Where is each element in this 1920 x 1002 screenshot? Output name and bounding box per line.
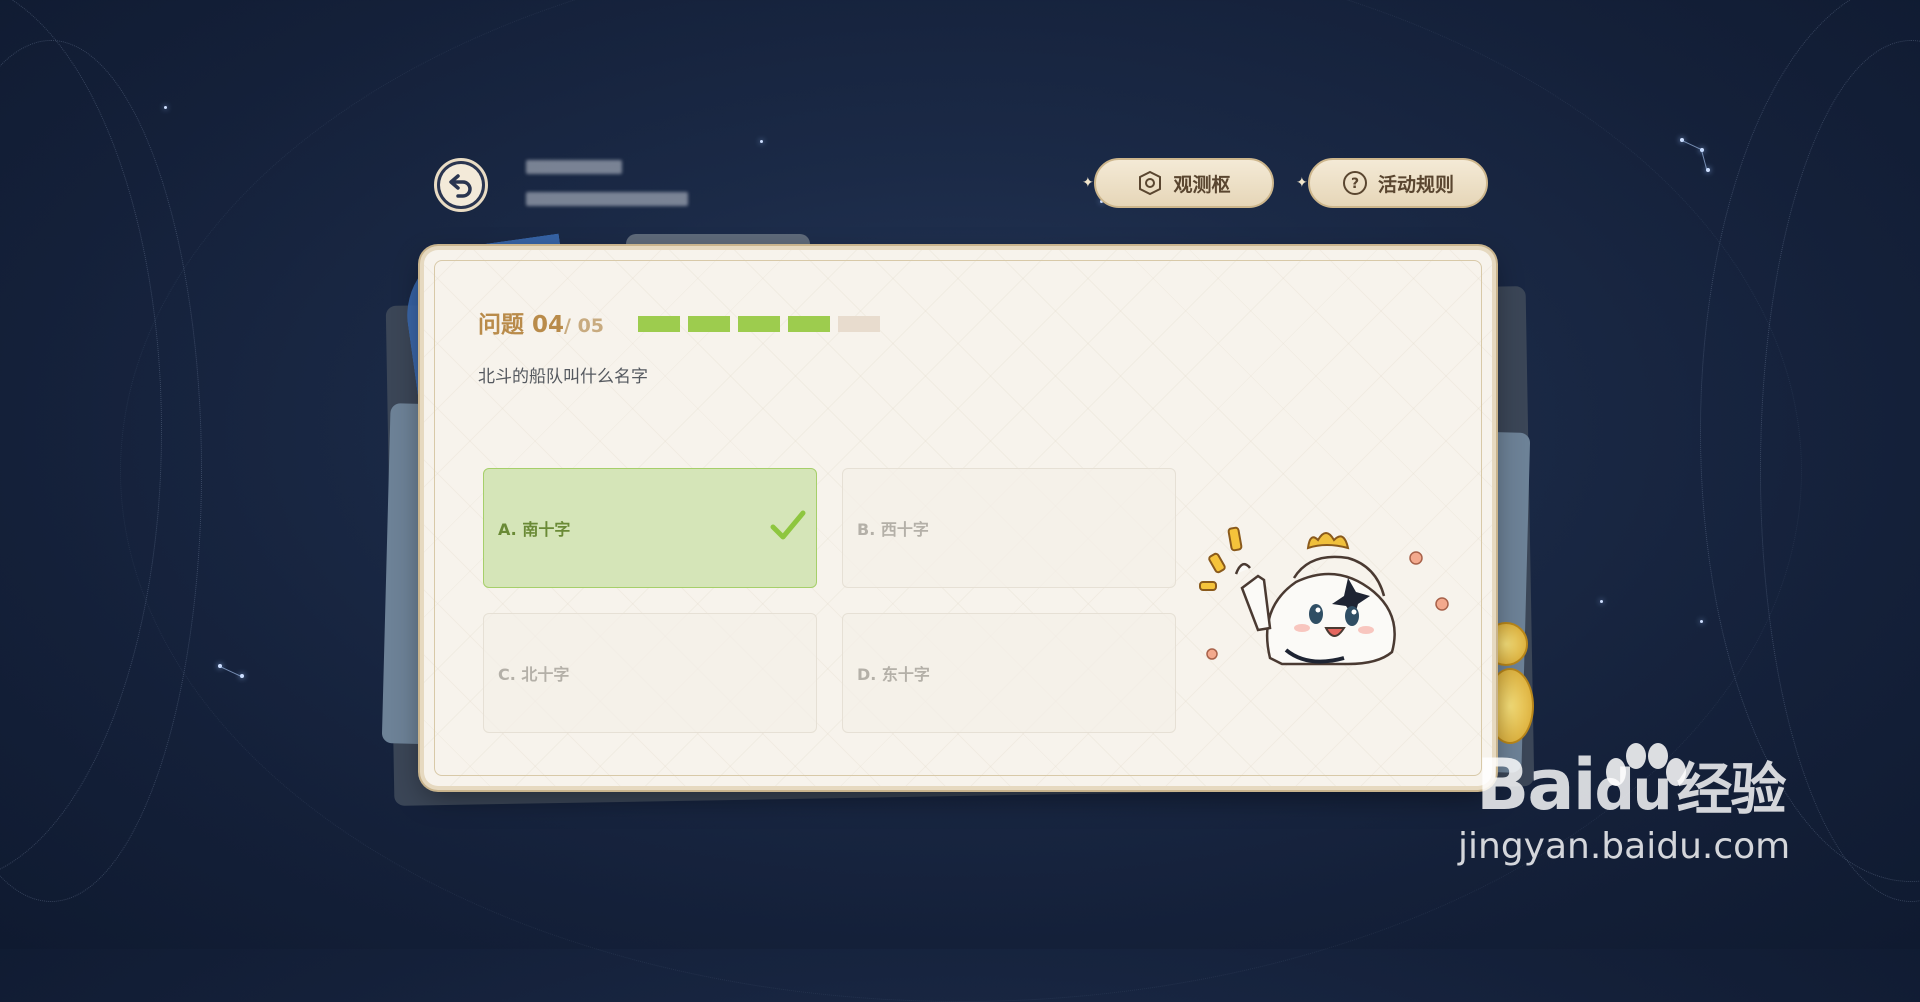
help-icon: ?: [1342, 170, 1368, 196]
option-label: C. 北十字: [498, 665, 570, 684]
question-number: 问题 04/ 05: [478, 305, 604, 339]
observe-button[interactable]: 观测枢: [1094, 158, 1274, 208]
option-label: A. 南十字: [498, 520, 571, 539]
progress-segment: [738, 316, 780, 332]
rules-label: 活动规则: [1377, 173, 1454, 196]
checkmark-icon: [770, 510, 806, 546]
coin-icon: [1486, 668, 1534, 744]
back-button[interactable]: [434, 158, 488, 212]
back-arrow-icon: [440, 164, 482, 206]
question-index: 问题 04: [478, 312, 565, 338]
option-label: B. 西十字: [857, 520, 929, 539]
sparkle-icon: ✦: [1082, 175, 1094, 191]
progress-bar: [638, 316, 880, 332]
progress-segment: [638, 316, 680, 332]
progress-segment: [838, 316, 880, 332]
option-a[interactable]: A. 南十字: [483, 468, 817, 588]
option-b[interactable]: B. 西十字: [842, 468, 1176, 588]
paimon-mascot-illustration: [1198, 518, 1460, 668]
user-id-redacted: [526, 192, 688, 206]
user-name-redacted: [526, 160, 622, 174]
observe-icon: [1137, 170, 1163, 196]
option-label: D. 东十字: [857, 665, 930, 684]
svg-text:?: ?: [1351, 176, 1359, 192]
question-total: / 05: [564, 315, 605, 337]
progress-segment: [688, 316, 730, 332]
sparkle-icon: ✦: [1296, 175, 1308, 191]
option-d[interactable]: D. 东十字: [842, 613, 1176, 733]
observe-label: 观测枢: [1173, 173, 1231, 196]
rules-button[interactable]: ? 活动规则: [1308, 158, 1488, 208]
watermark-brand: Bai: [1476, 744, 1597, 826]
baidu-watermark: Baidu 经验 jingyan.baidu.com: [1458, 744, 1790, 867]
watermark-url: jingyan.baidu.com: [1458, 826, 1791, 867]
watermark-brand-cn: 经验: [1676, 758, 1787, 823]
option-c[interactable]: C. 北十字: [483, 613, 817, 733]
watermark-brand-du: du: [1594, 758, 1673, 823]
question-text: 北斗的船队叫什么名字: [478, 367, 648, 387]
progress-segment: [788, 316, 830, 332]
